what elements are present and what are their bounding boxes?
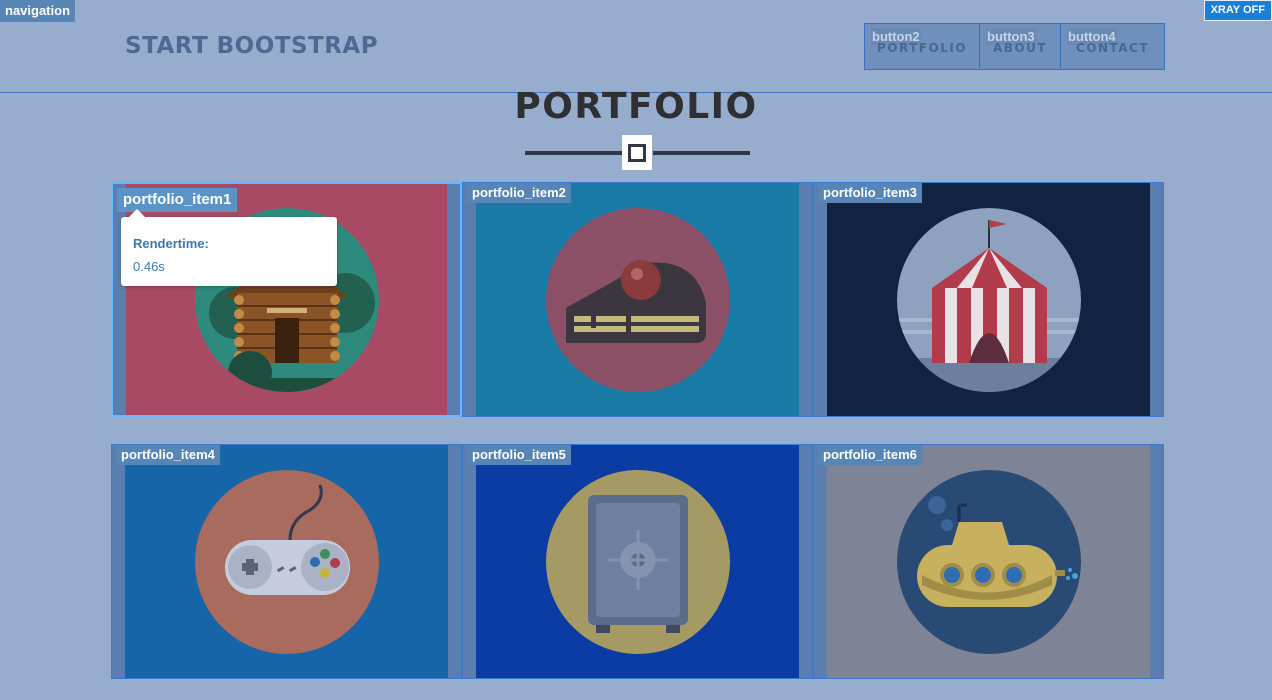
portfolio-item-image: [476, 183, 799, 416]
nav-menu: button2 PORTFOLIO button3 ABOUT button4 …: [864, 23, 1165, 70]
navigation-bar: START BOOTSTRAP button2 PORTFOLIO button…: [0, 0, 1272, 93]
xray-portfolio-item-label: portfolio_item2: [467, 183, 571, 203]
tooltip-title: Rendertime:: [133, 236, 209, 251]
nav-button-label: CONTACT: [1075, 41, 1150, 55]
portfolio-item-6[interactable]: portfolio_item6: [813, 444, 1164, 679]
safe-icon: [545, 469, 730, 654]
nav-button-portfolio[interactable]: button2 PORTFOLIO: [865, 24, 980, 69]
game-controller-icon: [194, 469, 379, 654]
xray-portfolio-item-label: portfolio_item3: [818, 183, 922, 203]
portfolio-item-image: [476, 445, 799, 678]
xray-portfolio-item-label: portfolio_item6: [818, 445, 922, 465]
circus-tent-icon: [896, 207, 1081, 392]
star-icon: [622, 135, 652, 170]
brand-logo[interactable]: START BOOTSTRAP: [125, 33, 378, 59]
section-title: PORTFOLIO: [514, 86, 758, 127]
nav-button-label: ABOUT: [992, 41, 1048, 55]
portfolio-item-2[interactable]: portfolio_item2: [462, 182, 813, 417]
xray-portfolio-item-label: portfolio_item4: [116, 445, 220, 465]
tooltip-value: 0.46s: [133, 259, 165, 274]
portfolio-item-image: [827, 183, 1150, 416]
xray-toggle-button[interactable]: XRAY OFF: [1203, 0, 1272, 21]
nav-button-label: PORTFOLIO: [876, 41, 968, 55]
nav-button-contact[interactable]: button4 CONTACT: [1061, 24, 1164, 69]
divider-line-left: [525, 151, 622, 155]
section-divider: [525, 135, 750, 170]
nav-button-about[interactable]: button3 ABOUT: [980, 24, 1061, 69]
portfolio-item-3[interactable]: portfolio_item3: [813, 182, 1164, 417]
cake-icon: [545, 207, 730, 392]
rendertime-tooltip: Rendertime: 0.46s: [121, 209, 337, 286]
portfolio-item-image: [125, 445, 448, 678]
submarine-icon: [896, 469, 1081, 654]
portfolio-item-image: [827, 445, 1150, 678]
divider-line-right: [653, 151, 750, 155]
portfolio-item-4[interactable]: portfolio_item4: [111, 444, 462, 679]
portfolio-item-5[interactable]: portfolio_item5: [462, 444, 813, 679]
xray-navigation-label: navigation: [0, 0, 76, 22]
xray-portfolio-item-label: portfolio_item5: [467, 445, 571, 465]
